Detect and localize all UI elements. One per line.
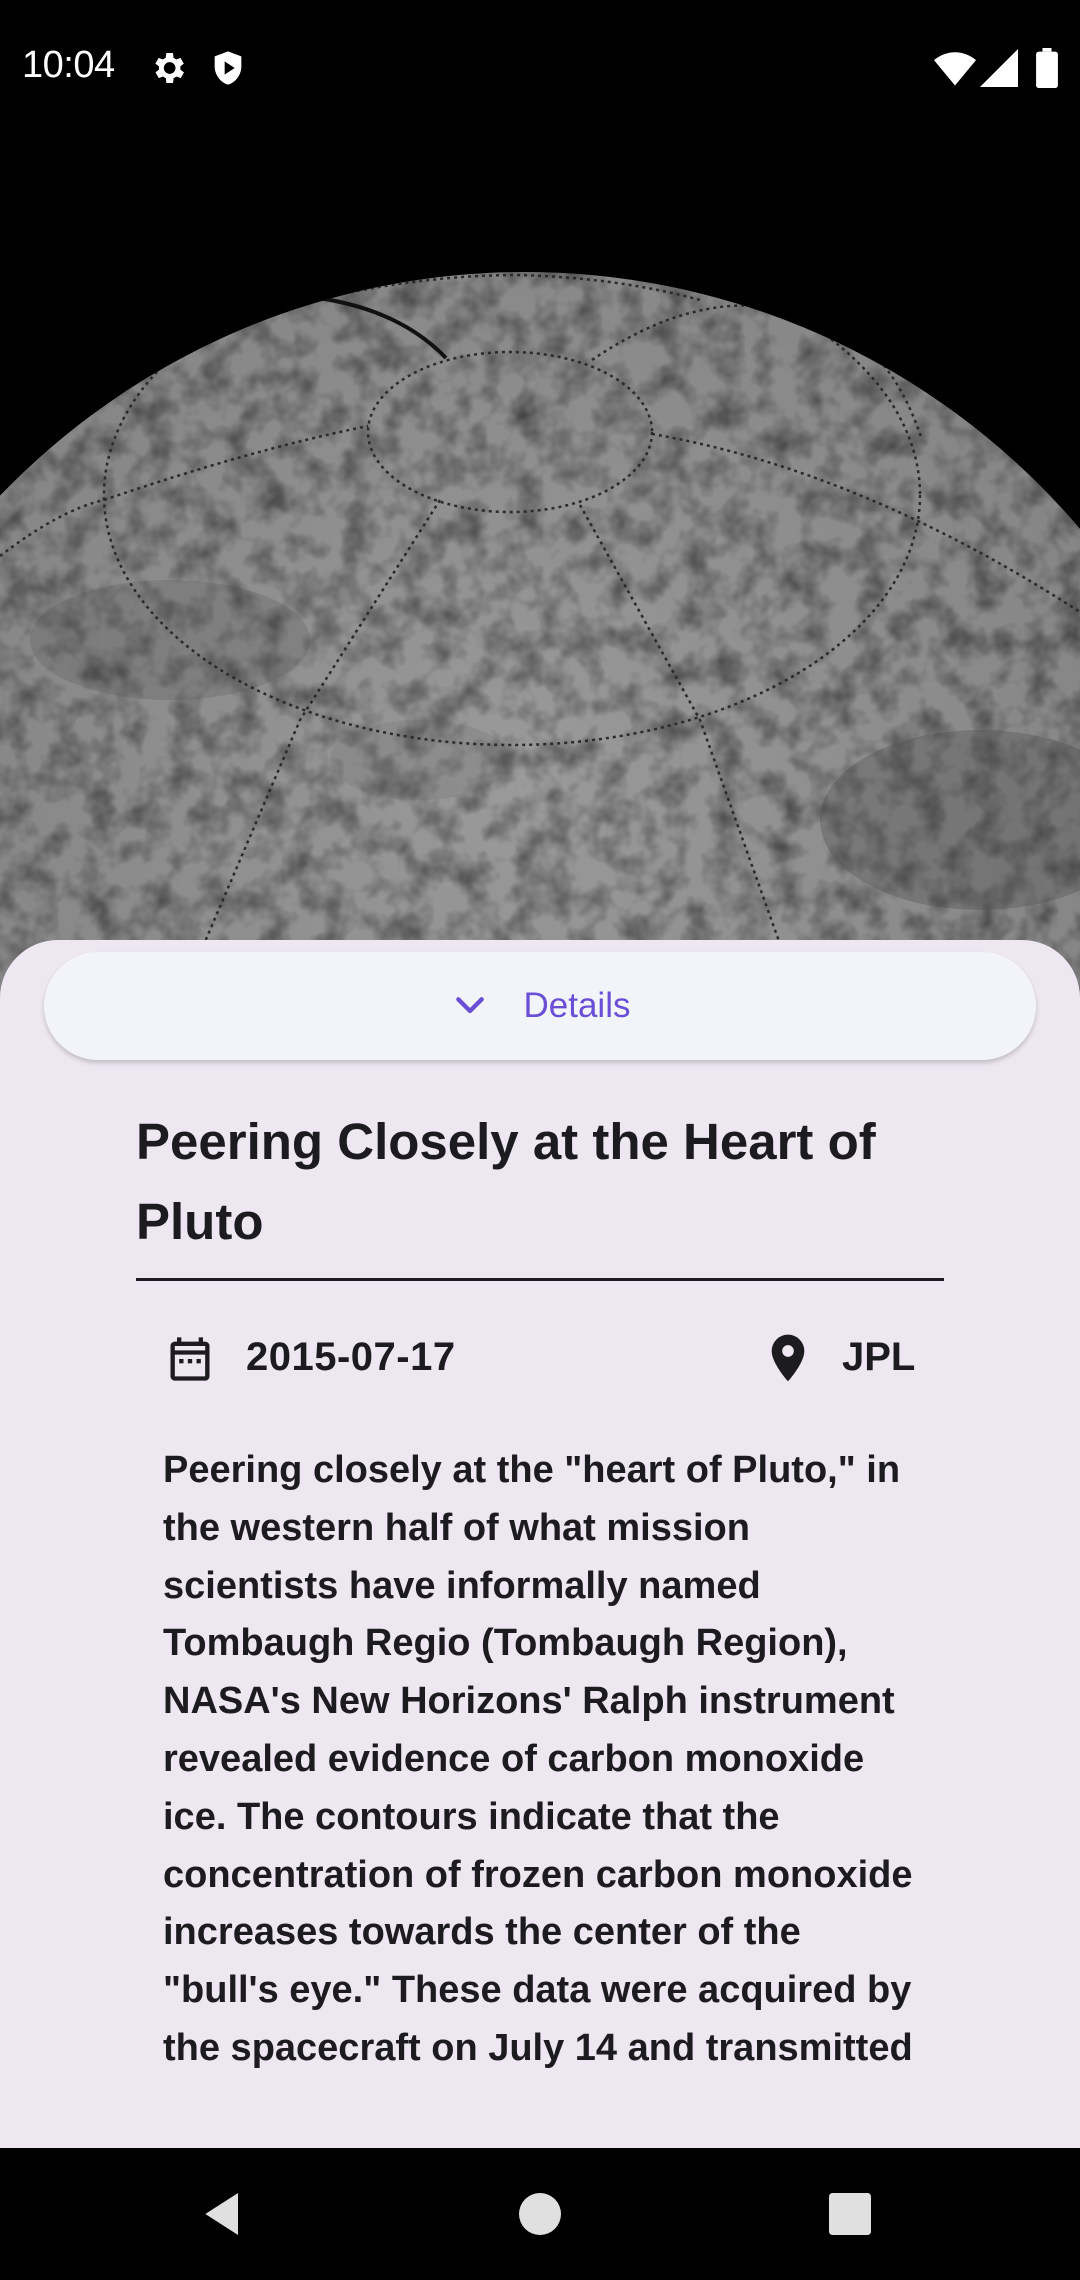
wifi-icon <box>934 48 976 93</box>
location-pin-icon <box>771 1334 805 1382</box>
status-time: 10:04 <box>22 44 115 86</box>
shield-play-icon <box>208 48 248 93</box>
article-location: JPL <box>842 1335 916 1379</box>
chevron-down-icon <box>455 997 484 1014</box>
details-toggle-label: Details <box>523 986 631 1025</box>
gear-icon <box>148 48 188 93</box>
calendar-icon <box>170 1337 210 1381</box>
title-divider <box>136 1278 944 1281</box>
status-bar: 10:04 <box>0 0 1080 130</box>
back-icon[interactable] <box>196 2186 252 2242</box>
navigation-bar <box>0 2148 1080 2280</box>
article-description: Peering closely at the "heart of Pluto,"… <box>163 1449 913 2069</box>
article-date: 2015-07-17 <box>246 1335 456 1379</box>
details-toggle-button[interactable]: Details <box>44 952 1036 1060</box>
details-sheet: Details Peering Closely at the Heart of … <box>0 940 1080 2148</box>
battery-icon <box>1036 48 1058 93</box>
recents-icon[interactable] <box>822 2186 878 2242</box>
globe-image <box>0 0 1080 1000</box>
signal-icon <box>980 48 1018 93</box>
article-title: Peering Closely at the Heart of Pluto <box>136 1113 876 1250</box>
home-icon[interactable] <box>512 2186 568 2242</box>
